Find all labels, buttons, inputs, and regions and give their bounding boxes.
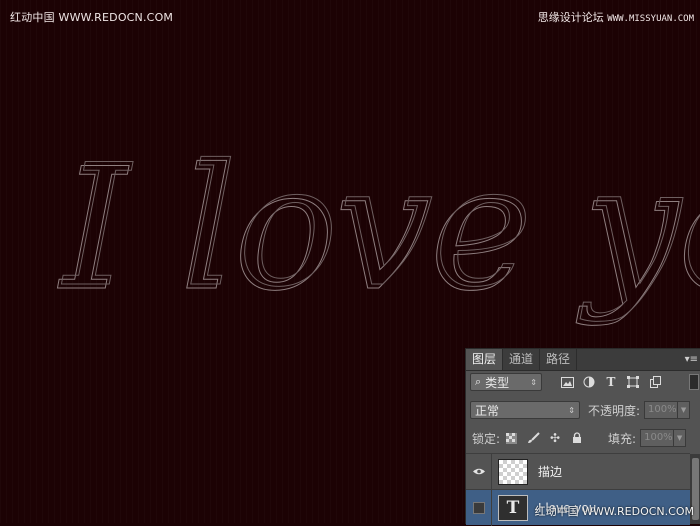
filter-kind-label: 类型 xyxy=(485,375,510,390)
text-layer-thumbnail-icon: T xyxy=(498,494,528,521)
blend-mode-select[interactable]: 正常 ⇕ xyxy=(470,401,580,419)
panel-tabs: 图层 通道 路径 ▾≡ xyxy=(466,349,700,371)
search-icon: ⌕ xyxy=(475,375,482,388)
watermark-bottom-right: 红动中国 WWW.REDOCN.COM xyxy=(534,505,694,518)
lock-position-move-icon[interactable]: ✣ xyxy=(546,429,564,447)
watermark-top-right: 思缘设计论坛 WWW.MISSYUAN.COM xyxy=(538,9,694,25)
layer-row-stroke[interactable]: 描边 xyxy=(466,453,690,490)
fill-label: 填充: xyxy=(608,431,637,446)
panel-menu-icon[interactable]: ▾≡ xyxy=(685,349,700,370)
opacity-dropdown-icon[interactable]: ▼ xyxy=(678,401,691,419)
shape-layer-filter-icon[interactable] xyxy=(624,373,642,391)
visibility-toggle-empty[interactable] xyxy=(466,489,492,526)
watermark-top-right-cn: 思缘设计论坛 xyxy=(537,11,604,24)
updown-arrow-icon: ⇕ xyxy=(568,405,575,415)
fill-input[interactable]: 100% xyxy=(640,429,675,447)
layer-name[interactable]: 描边 xyxy=(538,463,562,480)
tab-channels[interactable]: 通道 xyxy=(503,349,541,370)
filter-toggle-switch[interactable] xyxy=(689,374,699,390)
lock-all-padlock-icon[interactable] xyxy=(568,429,586,447)
tab-layers[interactable]: 图层 xyxy=(466,349,504,370)
blend-mode-value: 正常 xyxy=(475,403,500,418)
lock-label: 锁定: xyxy=(472,431,501,446)
opacity-label: 不透明度: xyxy=(588,403,641,418)
type-layer-filter-icon[interactable]: T xyxy=(602,373,620,391)
filter-kind-select[interactable]: ⌕ 类型 ⇕ xyxy=(470,373,542,391)
lock-transparent-pixels-icon[interactable] xyxy=(502,429,520,447)
script-text-inner-outline: I love you xyxy=(61,128,700,324)
layer-thumbnail-transparent xyxy=(498,458,528,485)
updown-arrow-icon: ⇕ xyxy=(530,377,537,387)
pixel-layer-filter-icon[interactable] xyxy=(558,373,576,391)
adjustment-layer-filter-icon[interactable] xyxy=(580,373,598,391)
visibility-off-box xyxy=(472,501,485,514)
fill-dropdown-icon[interactable]: ▼ xyxy=(674,429,687,447)
watermark-top-right-url: WWW.MISSYUAN.COM xyxy=(607,14,694,24)
tab-paths[interactable]: 路径 xyxy=(540,349,578,370)
layers-panel: 图层 通道 路径 ▾≡ ⌕ 类型 ⇕ T 正常 ⇕ 不透明度: 100% ▼ 锁… xyxy=(465,348,700,526)
eye-icon[interactable] xyxy=(466,453,492,490)
lock-fill-row: 锁定: ✣ 填充: 100% ▼ xyxy=(466,429,700,447)
lock-image-pixels-brush-icon[interactable] xyxy=(524,429,542,447)
smart-object-filter-icon[interactable] xyxy=(646,373,664,391)
opacity-input[interactable]: 100% xyxy=(644,401,679,419)
filter-row: ⌕ 类型 ⇕ T xyxy=(466,373,700,391)
blend-opacity-row: 正常 ⇕ 不透明度: 100% ▼ xyxy=(466,401,700,419)
watermark-top-left: 红动中国 WWW.REDOCN.COM xyxy=(10,11,174,24)
